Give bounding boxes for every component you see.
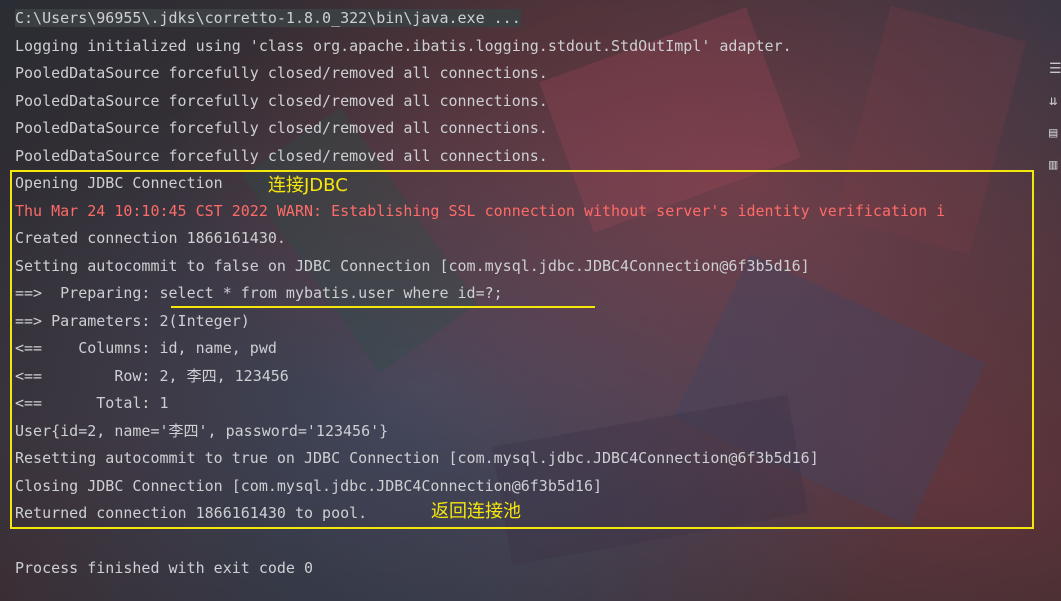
- scroll-to-end-icon[interactable]: ⇊: [1049, 92, 1061, 110]
- console-line-command: C:\Users\96955\.jdks\corretto-1.8.0_322\…: [15, 9, 521, 27]
- console-line: Logging initialized using 'class org.apa…: [15, 37, 792, 55]
- soft-wrap-icon[interactable]: ☰: [1049, 60, 1061, 78]
- print-icon[interactable]: ▤: [1049, 124, 1061, 142]
- clear-all-icon[interactable]: ▥: [1049, 156, 1061, 174]
- annotation-connect-jdbc: 连接JDBC: [268, 175, 348, 196]
- annotation-return-pool: 返回连接池: [431, 501, 521, 522]
- console-line: PooledDataSource forcefully closed/remov…: [15, 119, 548, 137]
- console-toolbar: ☰ ⇊ ▤ ▥: [1049, 60, 1061, 188]
- highlight-box: [10, 170, 1034, 529]
- console-line: PooledDataSource forcefully closed/remov…: [15, 92, 548, 110]
- console-line-exit: Process finished with exit code 0: [15, 559, 314, 577]
- sql-underline: [171, 306, 595, 308]
- console-line: PooledDataSource forcefully closed/remov…: [15, 64, 548, 82]
- console-line: PooledDataSource forcefully closed/remov…: [15, 147, 548, 165]
